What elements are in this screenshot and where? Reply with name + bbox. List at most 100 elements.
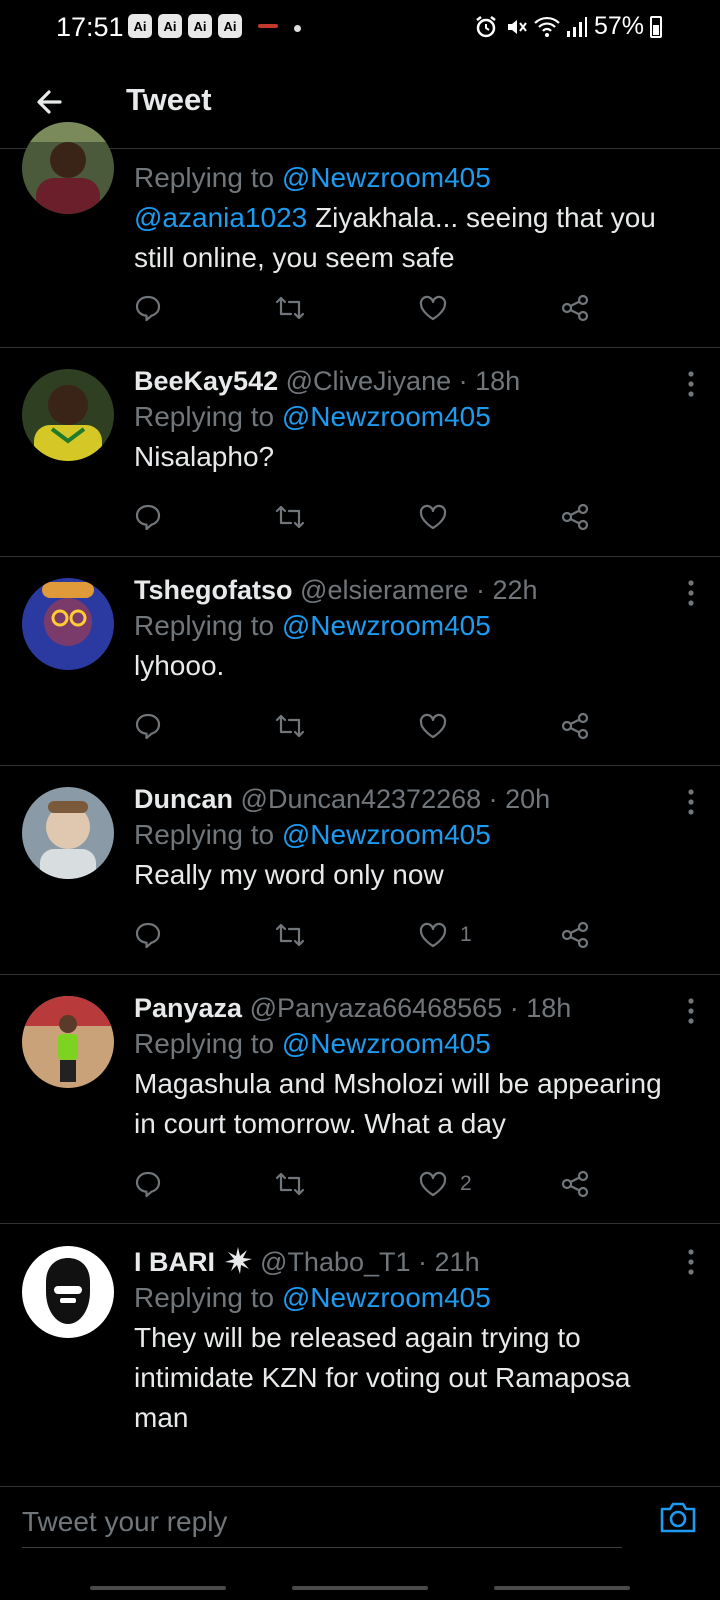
avatar[interactable] [22,578,114,670]
reply-input[interactable] [22,1497,622,1548]
reply-composer [0,1486,720,1575]
user-handle[interactable]: @elsieramere [300,575,468,605]
more-options-icon[interactable] [686,579,696,607]
retweet-button[interactable] [274,503,306,531]
tweet[interactable]: Tshegofatso @elsieramere · 22h Replying … [0,557,720,766]
like-count: 2 [460,1172,472,1195]
tweet-text: @azania1023 Ziyakhala... seeing that you… [134,202,656,273]
ai-app-icon: Ai [218,14,242,38]
user-handle[interactable]: @Panyaza66468565 [250,993,503,1023]
avatar[interactable] [22,996,114,1088]
tweet-header: Duncan @Duncan42372268 · 20h [134,784,690,815]
tweet-actions: 2 [134,1170,614,1206]
system-status-icons: 57% [474,12,662,41]
retweet-button[interactable] [274,921,306,949]
share-icon [561,503,589,531]
share-icon [561,712,589,740]
share-icon [561,1170,589,1198]
reply-icon [135,504,161,531]
retweet-icon [275,714,305,738]
user-handle[interactable]: @Thabo_T1 [260,1247,411,1277]
like-button[interactable] [418,712,460,740]
like-button[interactable] [418,294,460,322]
replying-to-link[interactable]: @Newzroom405 [282,819,491,850]
more-notifications-dot [294,25,301,32]
home-gesture-bar[interactable] [292,1586,428,1590]
system-navigation-bar [0,1574,720,1600]
tweet-time: · 20h [488,784,551,814]
avatar[interactable] [22,1246,114,1338]
heart-icon [419,1171,447,1197]
sparkle-icon [224,1247,252,1274]
alarm-icon [476,15,496,37]
reply-button[interactable] [134,921,162,949]
reply-button[interactable] [134,1170,162,1198]
tweet-header: I BARI @Thabo_T1 · 21h [134,1246,690,1278]
replying-to: Replying to @Newzroom405 [134,610,491,641]
replying-to: Replying to @Newzroom405 [134,162,491,193]
tweet[interactable]: BeeKay542 @CliveJiyane · 18h Replying to… [0,348,720,557]
back-arrow-icon[interactable] [30,82,70,122]
back-gesture-bar[interactable] [494,1586,630,1590]
ai-app-icon: Ai [128,14,152,38]
share-icon [561,294,589,322]
replying-to-link[interactable]: @Newzroom405 [282,1028,491,1059]
share-button[interactable] [560,712,590,740]
avatar[interactable] [22,787,114,879]
avatar[interactable] [22,122,114,214]
reply-list: Replying to @Newzroom405 @azania1023 Ziy… [0,122,720,1464]
retweet-button[interactable] [274,712,306,740]
tweet-actions [134,294,614,330]
display-name[interactable]: I BARI [134,1247,215,1277]
more-options-icon[interactable] [686,1248,696,1276]
retweet-icon [275,923,305,947]
tweet-text: They will be released again trying to in… [134,1322,631,1433]
replying-to-link[interactable]: @Newzroom405 [282,401,491,432]
share-button[interactable] [560,294,590,322]
tweet-time: · 21h [418,1247,480,1277]
share-button[interactable] [560,503,590,531]
replying-to-link[interactable]: @Newzroom405 [282,610,491,641]
like-button[interactable]: 1 [418,921,472,949]
display-name[interactable]: Duncan [134,784,233,814]
reply-button[interactable] [134,294,162,322]
more-options-icon[interactable] [686,370,696,398]
recents-gesture-bar[interactable] [90,1586,226,1590]
tweet-actions [134,712,614,748]
mention-link[interactable]: @azania1023 [134,202,307,233]
display-name[interactable]: Tshegofatso [134,575,293,605]
user-handle[interactable]: @CliveJiyane [286,366,451,396]
tweet-text: Really my word only now [134,859,444,890]
display-name[interactable]: Panyaza [134,993,242,1023]
ai-app-icon: Ai [158,14,182,38]
tweet[interactable]: I BARI @Thabo_T1 · 21h Replying to @Newz… [0,1224,720,1464]
like-button[interactable]: 2 [418,1170,472,1198]
reply-button[interactable] [134,503,162,531]
like-button[interactable] [418,503,460,531]
retweet-button[interactable] [274,1170,306,1198]
share-icon [561,921,589,949]
replying-to-link[interactable]: @Newzroom405 [282,162,491,193]
reply-button[interactable] [134,712,162,740]
share-button[interactable] [560,1170,590,1198]
share-button[interactable] [560,921,590,949]
notification-icons: Ai Ai Ai Ai [128,14,242,38]
retweet-icon [275,1172,305,1196]
tweet-time: · 18h [509,993,572,1023]
tweet[interactable]: Replying to @Newzroom405 @azania1023 Ziy… [0,122,720,348]
tweet-actions: 1 [134,921,614,957]
tweet-actions [134,503,614,539]
tweet[interactable]: Duncan @Duncan42372268 · 20h Replying to… [0,766,720,975]
more-options-icon[interactable] [686,997,696,1025]
camera-icon[interactable] [658,1499,698,1535]
heart-icon [419,504,447,530]
user-handle[interactable]: @Duncan42372268 [241,784,482,814]
tweet[interactable]: Panyaza @Panyaza66468565 · 18h Replying … [0,975,720,1224]
display-name[interactable]: BeeKay542 [134,366,278,396]
avatar[interactable] [22,369,114,461]
more-options-icon[interactable] [686,788,696,816]
retweet-button[interactable] [274,294,306,322]
tweet-time: · 22h [476,575,538,605]
tweet-text: Magashula and Msholozi will be appearing… [134,1068,662,1139]
replying-to-link[interactable]: @Newzroom405 [282,1282,491,1313]
